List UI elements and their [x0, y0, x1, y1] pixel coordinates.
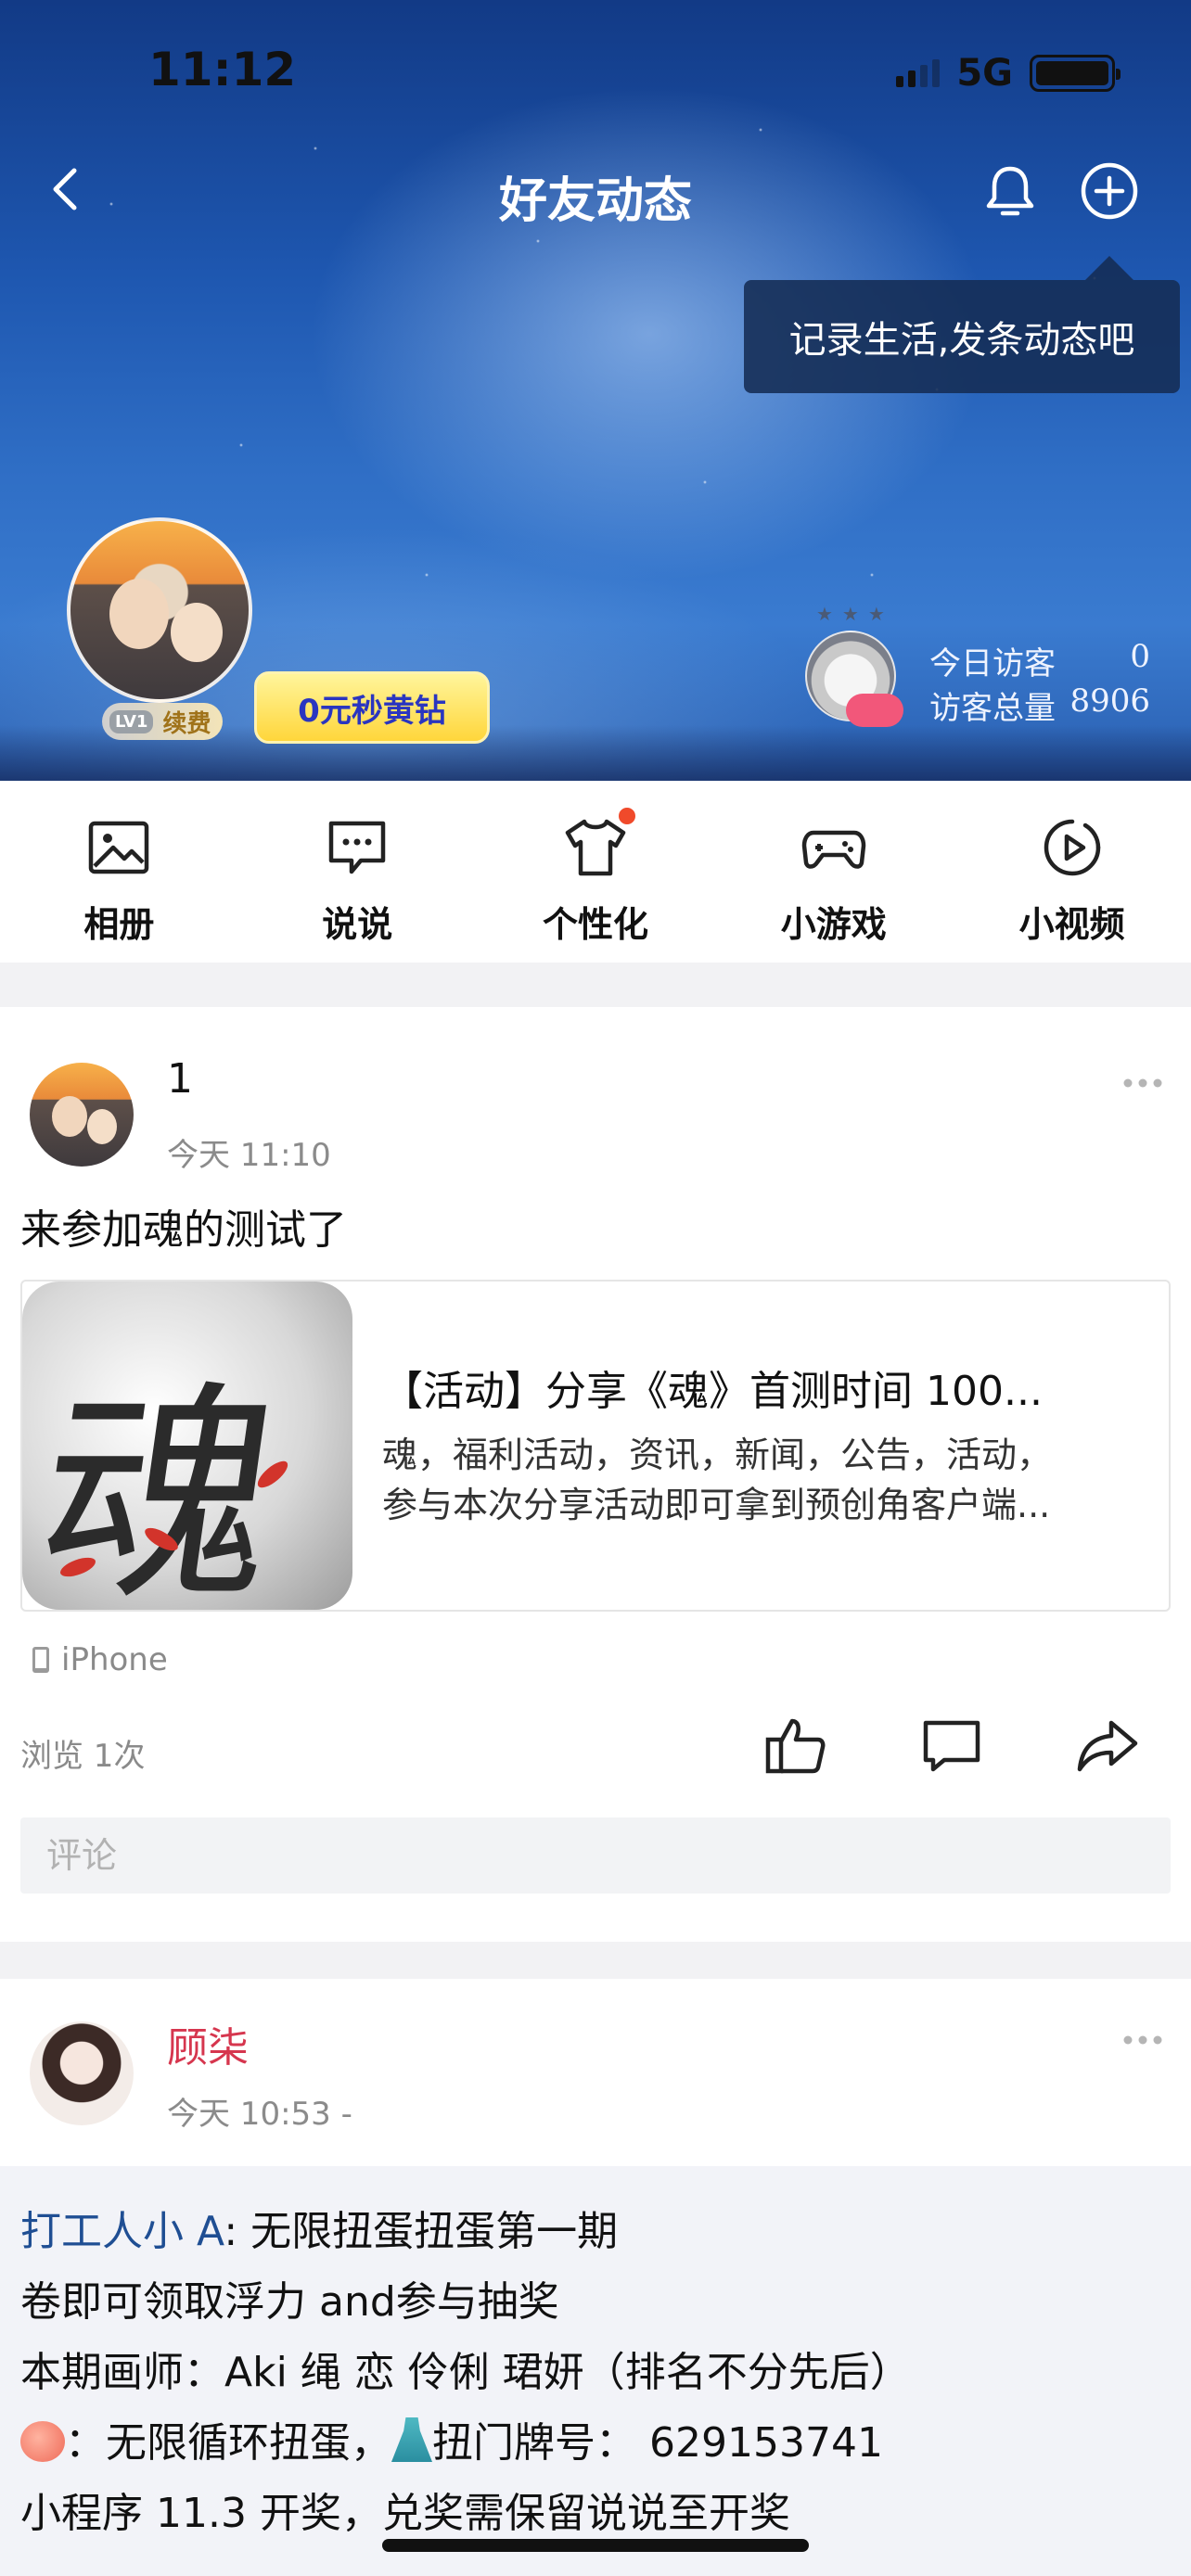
- author-name[interactable]: 顾柒: [167, 2014, 249, 2073]
- quick-item-label: 个性化: [542, 904, 648, 945]
- repost-text: 扭门牌号： 629153741: [432, 2419, 883, 2467]
- total-visitors-value: 8906: [1069, 682, 1150, 720]
- avatar-figure: [87, 1109, 117, 1144]
- quick-menu: 相册 说说 个性化 小游戏 小视频: [0, 781, 1191, 963]
- shared-link-title: 【活动】分享《魂》首测时间 100...: [382, 1368, 1043, 1415]
- peach-emoji-icon: [20, 2421, 65, 2462]
- quick-item-label: 说说: [322, 904, 393, 945]
- comment-input[interactable]: [20, 1817, 1171, 1894]
- home-indicator[interactable]: [382, 2539, 809, 2552]
- total-visitors-label: 访客总量: [929, 690, 1056, 727]
- quick-item-album[interactable]: 相册: [0, 781, 238, 963]
- avatar-figure: [171, 603, 223, 662]
- comment-icon[interactable]: [918, 1712, 985, 1779]
- repost-line: 小程序 11.3 开奖，兑奖需保留说说至开奖: [20, 2490, 790, 2537]
- repost-line: 打工人小 A: 无限扭蛋扭蛋第一期: [20, 2198, 618, 2257]
- author-avatar[interactable]: [30, 2021, 134, 2125]
- avatar-figure: [109, 579, 169, 649]
- description-line: 魂，福利活动，资讯，新闻，公告，活动，: [382, 1435, 1053, 1475]
- today-visitors[interactable]: 今日访客 0: [929, 638, 1150, 683]
- today-visitors-value: 0: [1130, 638, 1150, 675]
- author-avatar[interactable]: [30, 1063, 134, 1167]
- post-time: 今天 11:10: [167, 1137, 331, 1174]
- device-label: iPhone: [61, 1641, 168, 1678]
- repost-line: 本期画师：Aki 绳 恋 伶俐 珺妍（排名不分先后）: [20, 2349, 911, 2396]
- original-author-link[interactable]: 打工人小 A: [20, 2208, 224, 2255]
- more-options-icon[interactable]: [1122, 2034, 1163, 2046]
- level-badge[interactable]: LV1 续费: [102, 703, 223, 740]
- feed-post: 1 今天 11:10 来参加魂的测试了 魂 【活动】分享《魂》首测时间 100.…: [0, 1007, 1191, 1942]
- more-options-icon[interactable]: [1122, 1078, 1163, 1089]
- today-visitors-label: 今日访客: [929, 645, 1056, 682]
- game-thumbnail: 魂: [22, 1282, 352, 1610]
- visitor-stars-icon: ★★★: [816, 603, 894, 625]
- repost-text: : 无限扭蛋扭蛋第一期: [224, 2208, 619, 2255]
- view-count: 浏览 1次: [20, 1738, 146, 1775]
- network-type: 5G: [956, 52, 1013, 95]
- battery-icon: [1030, 55, 1121, 92]
- quick-item-personalize[interactable]: 个性化: [477, 781, 715, 963]
- vip-promo-label: 0元秒黄钻: [298, 692, 446, 730]
- bell-icon[interactable]: [978, 158, 1043, 223]
- reposted-content[interactable]: 打工人小 A: 无限扭蛋扭蛋第一期 卷即可领取浮力 and参与抽奖 本期画师：A…: [0, 2166, 1191, 2576]
- quick-item-shuoshuo[interactable]: 说说: [238, 781, 477, 963]
- dress-emoji-icon: [391, 2417, 432, 2462]
- like-icon[interactable]: [762, 1712, 829, 1779]
- vip-promo-button[interactable]: 0元秒黄钻: [254, 671, 490, 744]
- level-label: LV1: [109, 709, 154, 733]
- total-visitors[interactable]: 访客总量 8906: [929, 682, 1150, 728]
- description-line: 参与本次分享活动即可拿到预创角客户端...: [382, 1485, 1051, 1525]
- my-avatar[interactable]: [67, 517, 252, 703]
- add-post-icon[interactable]: [1076, 158, 1143, 224]
- quick-item-shortvideo[interactable]: 小视频: [953, 781, 1191, 963]
- tooltip-text: 记录生活,发条动态吧: [788, 319, 1135, 362]
- battery-fill: [1036, 61, 1108, 85]
- nav-bar: 好友动态: [0, 148, 1191, 237]
- device-source: iPhone: [28, 1641, 168, 1678]
- photo-album-icon: [89, 821, 149, 874]
- quick-item-minigame[interactable]: 小游戏: [714, 781, 953, 963]
- signal-icon: [896, 59, 941, 87]
- repost-line: ：无限循环扭蛋， 扭门牌号： 629153741: [20, 2409, 883, 2468]
- author-name[interactable]: 1: [167, 1055, 193, 1103]
- phone-icon: [32, 1647, 49, 1673]
- status-indicators: 5G: [896, 52, 1121, 95]
- renew-label: 续费: [162, 709, 211, 738]
- status-bar: 11:12 5G: [0, 0, 1191, 139]
- shared-link-description: 魂，福利活动，资讯，新闻，公告，活动， 参与本次分享活动即可拿到预创角客户端..…: [382, 1430, 1152, 1530]
- repost-line: 卷即可领取浮力 and参与抽奖: [20, 2278, 559, 2326]
- chat-bubble-icon: [328, 821, 386, 874]
- quick-item-label: 小视频: [1018, 904, 1125, 945]
- status-time: 11:12: [148, 43, 297, 96]
- post-text: 来参加魂的测试了: [20, 1206, 347, 1254]
- post-time: 今天 10:53 -: [167, 2096, 352, 2133]
- play-circle-icon: [1044, 819, 1100, 876]
- shared-link-card[interactable]: 魂 【活动】分享《魂》首测时间 100... 魂，福利活动，资讯，新闻，公告，活…: [20, 1280, 1171, 1612]
- notification-dot: [615, 805, 638, 827]
- share-icon[interactable]: [1074, 1712, 1141, 1779]
- heart-badge-icon: [846, 694, 903, 727]
- post-hint-tooltip[interactable]: 记录生活,发条动态吧: [744, 256, 1180, 393]
- feed-post: 顾柒 今天 10:53 - 打工人小 A: 无限扭蛋扭蛋第一期 卷即可领取浮力 …: [0, 1979, 1191, 2576]
- repost-text: ：无限循环扭蛋，: [65, 2419, 391, 2467]
- quick-item-label: 相册: [83, 904, 155, 945]
- quick-item-label: 小游戏: [780, 904, 887, 945]
- gamepad-icon: [801, 830, 866, 869]
- avatar-figure: [52, 1096, 87, 1137]
